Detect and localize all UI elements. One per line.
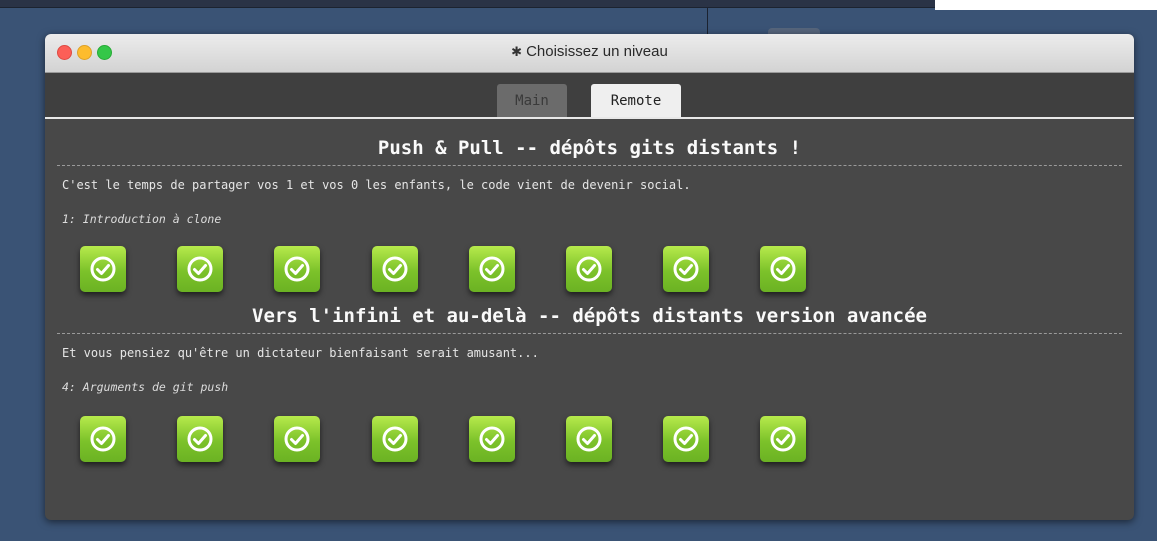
selected-level-name: 4: Arguments de git push <box>62 380 229 394</box>
checkmark-circle-icon <box>576 256 602 282</box>
level-7-button[interactable] <box>663 416 710 462</box>
checkmark-circle-icon <box>187 256 213 282</box>
background-divider <box>707 8 708 34</box>
checkmark-circle-icon <box>284 256 310 282</box>
level-3-button[interactable] <box>274 416 321 462</box>
level-1-button[interactable] <box>80 246 126 292</box>
level-icons-row <box>45 246 1134 294</box>
checkmark-circle-icon <box>479 426 505 452</box>
checkmark-circle-icon <box>382 426 408 452</box>
checkmark-circle-icon <box>284 426 310 452</box>
tab-remote[interactable]: Remote <box>591 84 681 117</box>
checkmark-circle-icon <box>382 256 408 282</box>
minimize-window-button[interactable] <box>77 45 92 60</box>
background-toolbar <box>0 0 935 8</box>
section-description: C'est le temps de partager vos 1 et vos … <box>62 178 691 192</box>
section-title: Vers l'infini et au-delà -- dépôts dista… <box>57 305 1122 334</box>
tab-bar: Main Remote <box>45 73 1134 119</box>
window-title: Choisissez un niveau <box>526 43 668 60</box>
level-1-button[interactable] <box>80 416 126 462</box>
checkmark-circle-icon <box>187 426 213 452</box>
checkmark-circle-icon <box>673 256 699 282</box>
background-panel <box>935 0 1157 10</box>
section-title: Push & Pull -- dépôts gits distants ! <box>57 137 1122 166</box>
checkmark-circle-icon <box>90 256 116 282</box>
level-4-button[interactable] <box>371 246 418 292</box>
level-icons-row <box>45 416 1134 464</box>
checkmark-circle-icon <box>479 256 505 282</box>
maximize-window-button[interactable] <box>97 45 112 60</box>
close-window-button[interactable] <box>57 45 72 60</box>
level-selection-window: ✱ Choisissez un niveau Main Remote Push &… <box>45 34 1134 520</box>
level-3-button[interactable] <box>274 246 321 292</box>
tab-main[interactable]: Main <box>497 84 567 117</box>
level-8-button[interactable] <box>760 416 807 462</box>
level-5-button[interactable] <box>468 246 515 292</box>
level-2-button[interactable] <box>177 416 224 462</box>
checkmark-circle-icon <box>770 426 796 452</box>
checkmark-circle-icon <box>770 256 796 282</box>
gear-icon: ✱ <box>511 44 523 59</box>
level-4-button[interactable] <box>371 416 418 462</box>
section-description: Et vous pensiez qu'être un dictateur bie… <box>62 346 539 360</box>
window-titlebar: ✱ Choisissez un niveau <box>45 34 1134 73</box>
level-5-button[interactable] <box>468 416 515 462</box>
level-7-button[interactable] <box>663 246 710 292</box>
level-6-button[interactable] <box>566 246 612 292</box>
section-advanced-remote: Vers l'infini et au-delà -- dépôts dista… <box>45 305 1134 464</box>
level-6-button[interactable] <box>566 416 612 462</box>
checkmark-circle-icon <box>90 426 116 452</box>
section-push-pull: Push & Pull -- dépôts gits distants ! C'… <box>45 137 1134 294</box>
selected-level-name: 1: Introduction à clone <box>62 212 222 226</box>
checkmark-circle-icon <box>576 426 602 452</box>
level-8-button[interactable] <box>760 246 807 292</box>
checkmark-circle-icon <box>673 426 699 452</box>
level-2-button[interactable] <box>177 246 224 292</box>
